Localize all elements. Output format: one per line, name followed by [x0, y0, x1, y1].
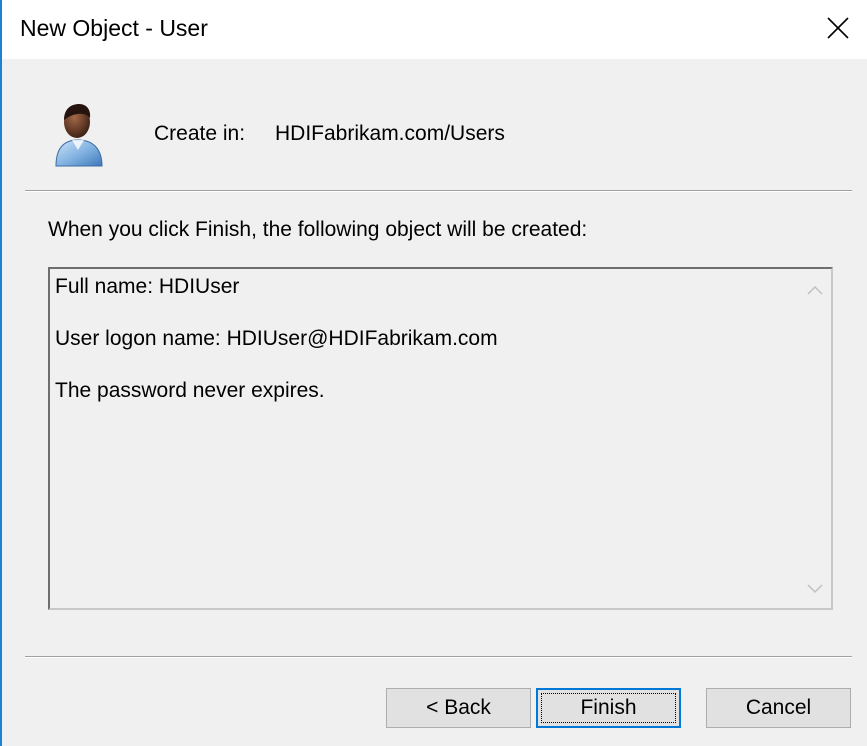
chevron-up-icon [807, 285, 823, 295]
create-in-value: HDIFabrikam.com/Users [275, 122, 505, 145]
chevron-down-icon [807, 584, 823, 594]
summary-password-note: The password never expires. [55, 379, 325, 402]
create-in-label: Create in: [154, 122, 246, 145]
window-title: New Object - User [20, 15, 208, 41]
summary-logon-name: User logon name: HDIUser@HDIFabrikam.com [55, 327, 498, 350]
title-bar: New Object - User [2, 0, 867, 59]
scroll-down-button[interactable] [799, 572, 831, 606]
close-button[interactable] [809, 0, 867, 56]
finish-button[interactable]: Finish [536, 688, 681, 728]
focus-rectangle [541, 693, 676, 723]
summary-full-name: Full name: HDIUser [55, 275, 240, 298]
summary-intro: When you click Finish, the following obj… [48, 218, 588, 241]
close-icon [827, 17, 849, 39]
new-object-user-dialog: New Object - User Create in: HDIFabrikam… [0, 0, 867, 746]
user-icon [55, 104, 103, 167]
back-button[interactable]: < Back [386, 688, 531, 728]
vertical-scrollbar[interactable] [799, 269, 831, 608]
footer-divider [25, 656, 852, 658]
summary-box[interactable]: Full name: HDIUser User logon name: HDIU… [48, 267, 833, 610]
cancel-button[interactable]: Cancel [706, 688, 851, 728]
header-divider [25, 190, 852, 192]
scroll-up-button[interactable] [799, 273, 831, 307]
